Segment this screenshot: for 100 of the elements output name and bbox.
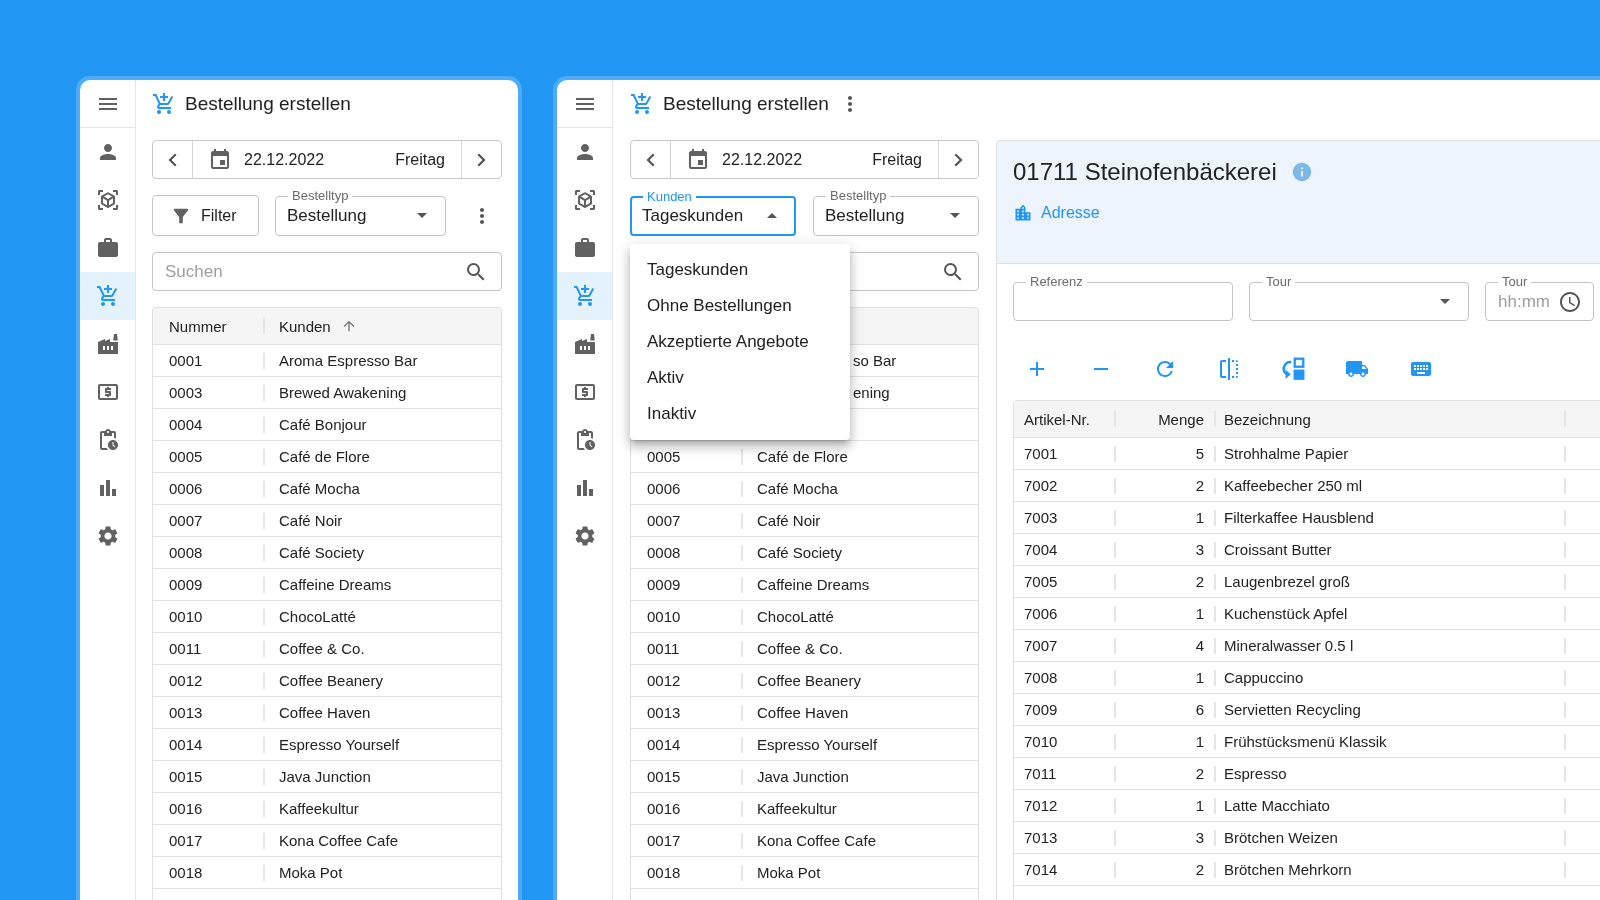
article-name: Kaffeebecher 250 ml [1224,477,1363,494]
caret-down-icon [1440,299,1450,304]
cart-plus-icon [152,92,176,116]
customer-name: Café Society [279,544,365,561]
customer-name: Coffee Beanery [279,672,383,689]
quantity: 1 [1195,509,1204,526]
customer-name: Café Bonjour [279,416,367,433]
customer-name: Brewed Awakening [279,384,407,401]
quantity: 1 [1195,605,1204,622]
customer-number: 0008 [169,544,203,561]
customer-number: 0011 [647,640,680,657]
customer-number: 0005 [169,448,203,465]
customer-name: Café de Flore [279,448,370,465]
date-text: 22.12.2022 [244,150,325,169]
field-label: Tour [1262,274,1296,289]
article-number: 7001 [1024,445,1058,462]
customer-number: 0014 [647,736,681,753]
article-number: 7002 [1024,477,1058,494]
article-name: Frühstücksmenü Klassik [1224,733,1387,750]
customer-number: 0010 [169,608,203,625]
customer-number: 0016 [647,800,681,817]
article-name: Brötchen Mehrkorn [1224,861,1352,878]
customer-name: Café Noir [757,512,821,529]
column-header: Menge [1158,410,1204,428]
date-text: 22.12.2022 [722,150,803,169]
cube-icon [95,188,120,212]
customer-number: 0013 [647,704,681,721]
article-name: Mineralwasser 0.5 l [1224,637,1354,654]
customer-name: Kaffeekultur [757,800,837,817]
customer-number: 0003 [169,384,203,401]
calendar-icon [208,147,232,172]
sidebar-item[interactable] [80,272,135,320]
caret-down-icon [417,213,427,218]
factory-icon [572,332,597,356]
customer-name: Caffeine Dreams [757,576,870,593]
article-number: 7007 [1024,637,1058,654]
customer-name: Café Noir [279,512,343,529]
customer-number: 0012 [169,672,203,689]
article-name: Croissant Butter [1224,541,1332,558]
article-number: 7013 [1024,829,1058,846]
article-number: 7006 [1024,605,1058,622]
customer-number: 0007 [169,512,203,529]
customer-name: Coffee Beanery [757,672,861,689]
customer-name: so Bar [853,352,897,369]
quantity: 2 [1195,861,1204,878]
customer-number: 0013 [169,704,203,721]
customer-name: Java Junction [757,768,849,785]
flip-icon[interactable] [1217,357,1241,381]
cart-plus-icon [95,284,120,308]
circular-arrow-squares-icon[interactable] [1281,357,1305,381]
customer-name: Aroma Espresso Bar [279,352,418,369]
chevron-left-icon [646,152,655,167]
customer-number: 0009 [169,576,203,593]
customer-name: Café Mocha [279,480,360,497]
menu-item[interactable]: Inaktiv [630,395,850,432]
customer-name: Coffee Haven [279,704,371,721]
customer-number: 0015 [647,768,681,785]
article-name: Kuchenstück Apfel [1224,605,1348,622]
article-name: Strohhalme Papier [1224,445,1349,462]
customer-name: Café Society [757,544,843,561]
quantity: 1 [1195,797,1204,814]
customer-number: 0007 [647,512,681,529]
article-number: 7005 [1024,573,1058,590]
menu-item[interactable]: Ohne Bestellungen [630,287,850,324]
menu-item[interactable]: Aktiv [630,359,850,396]
customer-number: 0018 [169,864,203,881]
article-number: 7010 [1024,733,1058,750]
chevron-right-icon [954,152,963,167]
article-number: 7011 [1024,765,1057,782]
page-title: Bestellung erstellen [663,93,829,115]
article-name: Cappuccino [1224,669,1304,686]
customer-name: ChocoLatté [279,608,356,625]
field-label: Referenz [1026,274,1087,289]
menu-item[interactable]: Akzeptierte Angebote [630,323,850,360]
filter-button[interactable]: Filter [152,195,259,236]
chevron-right-icon [477,152,486,167]
customer-number: 0008 [647,544,681,561]
customer-name: Java Junction [279,768,371,785]
article-number: 7014 [1024,861,1058,878]
customer-number: 0015 [169,768,203,785]
article-name: Filterkaffee Hausblend [1224,509,1374,526]
customer-number: 0011 [169,640,202,657]
clock-icon[interactable] [1558,289,1582,314]
article-name: Brötchen Weizen [1224,829,1338,846]
customer-name: ChocoLatté [757,608,834,625]
customer-number: 0006 [647,480,681,497]
calendar-icon [686,147,710,172]
customer-name: Kaffeekultur [279,800,359,817]
article-number: 7004 [1024,541,1058,558]
customer-number: 0014 [169,736,203,753]
menu-item[interactable]: Tageskunden [630,251,850,288]
cart-plus-icon [572,284,597,308]
briefcase-icon [95,236,120,260]
sidebar-item[interactable] [557,272,612,320]
customer-name: Espresso Yourself [279,736,400,753]
customer-name: Espresso Yourself [757,736,878,753]
quantity: 2 [1195,573,1204,590]
article-name: Latte Macchiato [1224,797,1330,814]
building-icon [1013,203,1033,223]
quantity: 1 [1195,733,1204,750]
